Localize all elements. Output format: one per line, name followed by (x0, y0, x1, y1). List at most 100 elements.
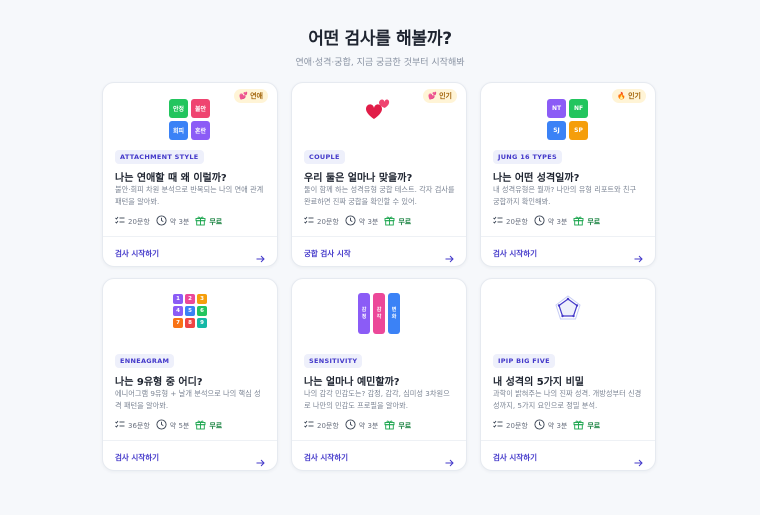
arrow-right-icon[interactable] (445, 248, 454, 267)
card-meta: 20문항 약 3분 무료 (493, 215, 606, 228)
card-meta: 20문항 약 3분 무료 (304, 419, 417, 432)
question-count: 20문항 (304, 420, 339, 431)
start-test-link[interactable]: 검사 시작하기 (115, 452, 159, 463)
start-test-link[interactable]: 검사 시작하기 (115, 248, 159, 259)
arrow-right-icon[interactable] (634, 248, 643, 267)
card-illustration: 안정 불안 회피 혼란 (103, 97, 277, 141)
clock-icon (345, 215, 359, 228)
arrow-right-icon[interactable] (634, 452, 643, 471)
start-test-link[interactable]: 검사 시작하기 (493, 452, 537, 463)
question-count: 20문항 (304, 216, 339, 227)
art-tile: NF (569, 98, 588, 118)
price: 무료 (384, 215, 411, 228)
checklist-icon (115, 216, 128, 227)
test-card[interactable]: 감 정 감 각 변 화 SENSITIVITY 나는 얼마나 예민할까? 나의 감각 민감도는?… (291, 278, 467, 471)
test-card[interactable]: 💕 인기 COUPLE 우리 둘은 얼마나 맞을까? 둘이 함께 하는 성격유형 궁합… (291, 82, 467, 267)
card-meta: 36문항 약 5분 무료 (115, 419, 228, 432)
category-tag: ATTACHMENT STYLE (115, 150, 204, 164)
art-tile: 1 (173, 294, 183, 304)
test-card[interactable]: 🔥 인기 NT NF SJ SP JUNG 16 TYPES 나는 어떤 성격일까? 내 성격… (480, 82, 656, 267)
test-card[interactable]: 💕 연애 안정 불안 회피 혼란 ATTACHMENT STYLE 나는 연애할 때 왜 이… (102, 82, 278, 267)
duration: 약 3분 (534, 419, 567, 432)
art-tile: SP (569, 120, 588, 140)
gift-icon (384, 419, 398, 432)
art-tile: 불안 (191, 98, 210, 118)
price: 무료 (195, 419, 222, 432)
card-divider (481, 236, 655, 237)
card-title: 우리 둘은 얼마나 맞을까? (304, 173, 413, 184)
gift-icon (384, 215, 398, 228)
card-title: 나는 얼마나 예민할까? (304, 377, 400, 388)
category-tag: IPIP BIG FIVE (493, 354, 555, 368)
card-illustration (481, 293, 655, 323)
card-illustration: NT NF SJ SP (481, 97, 655, 141)
art-bar: 감각 (373, 293, 385, 334)
duration: 약 3분 (345, 215, 378, 228)
two-hearts-icon (366, 99, 390, 119)
card-title: 나는 어떤 성격일까? (493, 173, 580, 184)
gift-icon (195, 419, 209, 432)
duration: 약 3분 (534, 215, 567, 228)
start-test-link[interactable]: 검사 시작하기 (304, 452, 348, 463)
category-tag: ENNEAGRAM (115, 354, 175, 368)
start-test-link[interactable]: 검사 시작하기 (493, 248, 537, 259)
art-tile: 5 (185, 306, 195, 316)
art-bar: 변화 (388, 293, 400, 334)
test-card-grid: 💕 연애 안정 불안 회피 혼란 ATTACHMENT STYLE 나는 연애할 때 왜 이… (102, 82, 656, 471)
checklist-icon (304, 420, 317, 431)
clock-icon (534, 215, 548, 228)
jung-grid-icon: NT NF SJ SP (546, 97, 591, 141)
card-illustration (292, 97, 466, 125)
duration: 약 3분 (156, 215, 189, 228)
card-divider (103, 236, 277, 237)
card-meta: 20문항 약 3분 무료 (493, 419, 606, 432)
card-description: 내 성격유형은 뭘까? 나만의 유형 리포트와 친구 궁합까지 확인해봐. (493, 185, 637, 206)
question-count: 20문항 (493, 420, 528, 431)
question-count: 20문항 (115, 216, 150, 227)
checklist-icon (493, 216, 506, 227)
arrow-right-icon[interactable] (445, 452, 454, 471)
art-tile: 4 (173, 306, 183, 316)
price: 무료 (573, 215, 600, 228)
card-meta: 20문항 약 3분 무료 (115, 215, 228, 228)
test-card[interactable]: 1 2 3 4 5 6 7 8 9 ENNEAGRAM 나는 9유형 중 어디? 에니어그램 9유형 … (102, 278, 278, 471)
clock-icon (345, 419, 359, 432)
duration: 약 5분 (156, 419, 189, 432)
art-bar: 감정 (358, 293, 370, 334)
card-illustration: 감정감각변화 (292, 293, 466, 334)
gift-icon (573, 215, 587, 228)
checklist-icon (115, 420, 128, 431)
card-title: 나는 9유형 중 어디? (115, 377, 203, 388)
art-tile: 회피 (169, 120, 188, 140)
clock-icon (156, 215, 170, 228)
page-subtitle: 연애·성격·궁합, 지금 궁금한 것부터 시작해봐 (295, 58, 465, 68)
pentagon-radar-icon (555, 295, 581, 320)
category-tag: SENSITIVITY (304, 354, 363, 368)
gift-icon (195, 215, 209, 228)
card-description: 나의 감각 민감도는? 감정, 감각, 심미성 3차원으로 나만의 민감도 프로… (304, 389, 450, 410)
checklist-icon (304, 216, 317, 227)
card-description: 에니어그램 9유형 + 날개 분석으로 나의 핵심 성격 패턴을 알아봐. (115, 389, 261, 410)
art-tile: 6 (197, 306, 207, 316)
card-description: 과학이 밝혀주는 나의 진짜 성격. 개방성부터 신경성까지, 5가지 요인으로… (493, 389, 642, 410)
page-header: 어떤 검사를 해볼까? 연애·성격·궁합, 지금 궁금한 것부터 시작해봐 (0, 0, 760, 68)
arrow-right-icon[interactable] (256, 248, 265, 267)
card-illustration: 123 456 789 (103, 293, 277, 329)
arrow-right-icon[interactable] (256, 452, 265, 471)
card-title: 내 성격의 5가지 비밀 (493, 377, 585, 388)
price: 무료 (195, 215, 222, 228)
card-divider (481, 440, 655, 441)
test-card[interactable]: IPIP BIG FIVE 내 성격의 5가지 비밀 과학이 밝혀주는 나의 진짜 … (480, 278, 656, 471)
art-tile: 9 (197, 318, 207, 328)
art-tile: 8 (185, 318, 195, 328)
card-divider (292, 236, 466, 237)
art-tile: 혼란 (191, 120, 210, 140)
question-count: 36문항 (115, 420, 150, 431)
art-tile: 2 (185, 294, 195, 304)
start-test-link[interactable]: 궁합 검사 시작 (304, 248, 351, 259)
enneagram-grid-icon: 123 456 789 (172, 293, 208, 329)
question-count: 20문항 (493, 216, 528, 227)
card-title: 나는 연애할 때 왜 이럴까? (115, 173, 227, 184)
price: 무료 (384, 419, 411, 432)
art-tile: 안정 (169, 98, 188, 118)
